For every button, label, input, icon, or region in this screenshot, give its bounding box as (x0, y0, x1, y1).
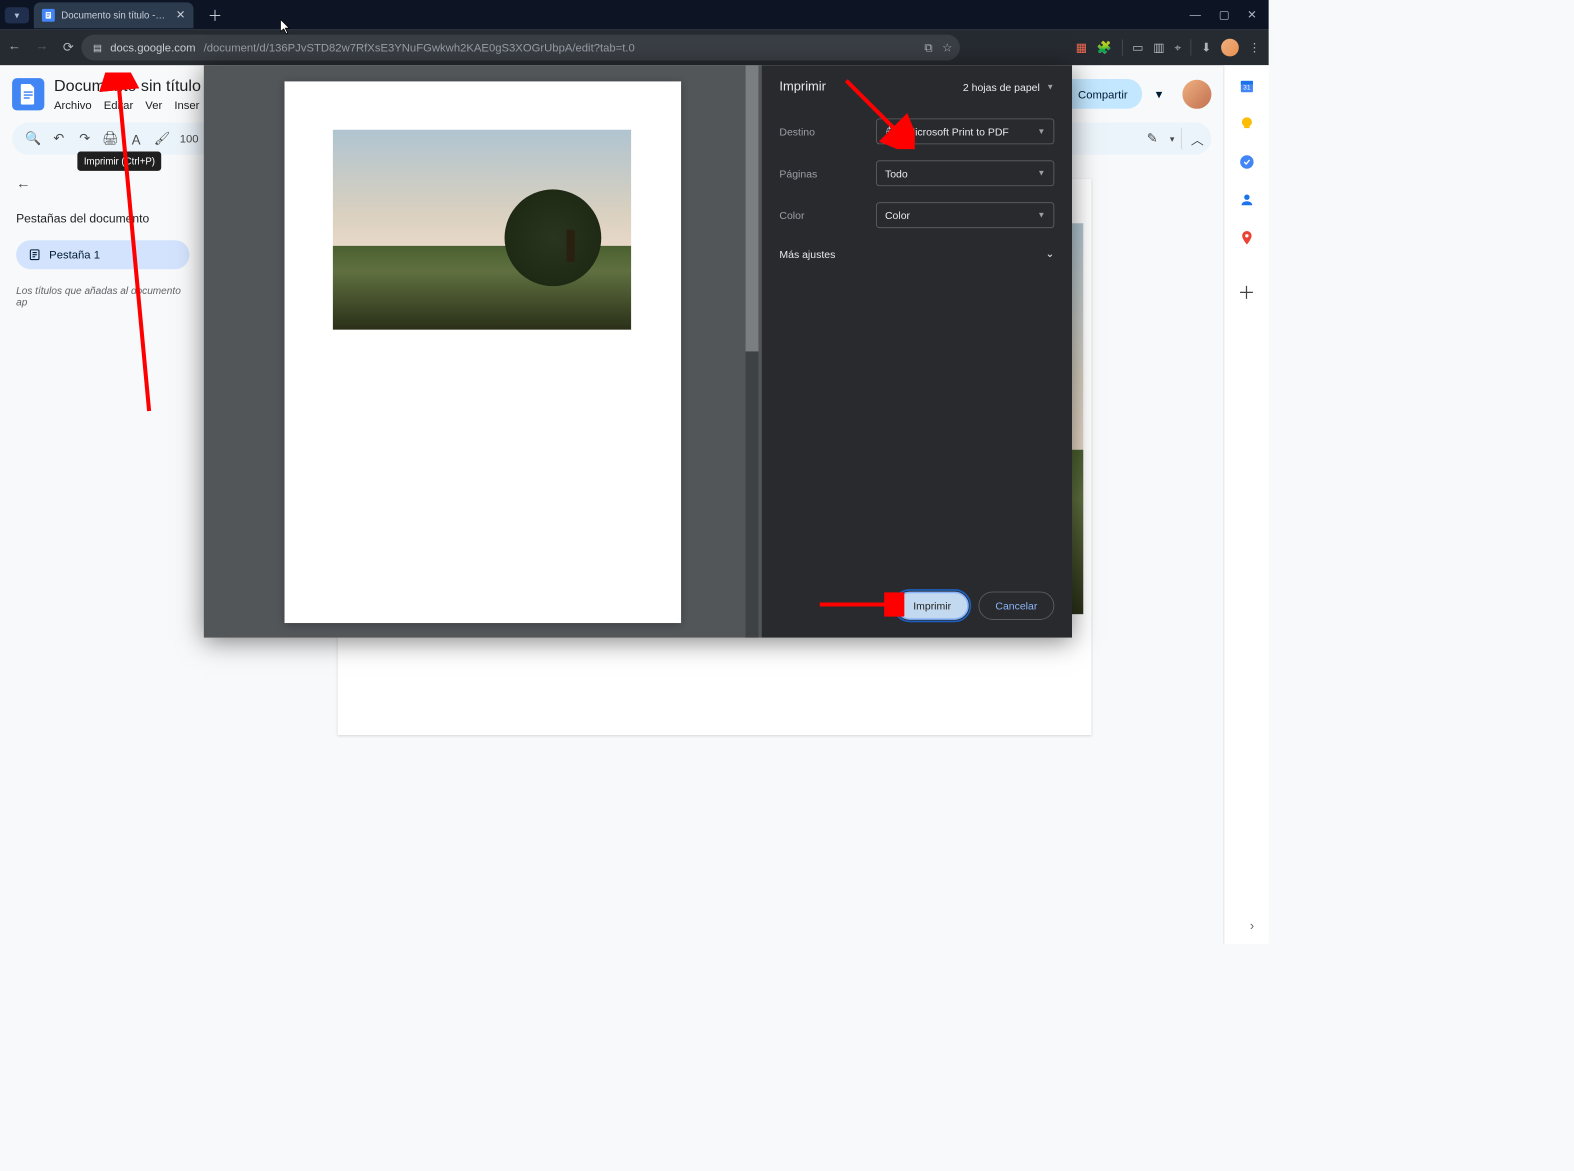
chevron-down-icon: ▼ (1037, 127, 1045, 136)
browser-menu-icon[interactable]: ⋮ (1248, 40, 1260, 55)
window-minimize-icon[interactable]: — (1190, 8, 1201, 22)
collapse-toolbar-icon[interactable]: ︿ (1181, 127, 1204, 150)
undo-icon[interactable]: ↶ (48, 127, 71, 150)
destination-select[interactable]: 🖨 Microsoft Print to PDF ▼ (876, 118, 1054, 144)
edit-mode-dropdown[interactable]: ▾ (1170, 133, 1174, 143)
site-settings-icon[interactable]: ▤ (93, 42, 102, 53)
nav-forward-icon: → (35, 39, 48, 55)
pages-value: Todo (885, 167, 908, 179)
downloads-icon[interactable]: ⬇ (1201, 40, 1211, 55)
browser-tab-title: Documento sin título - Docume (61, 9, 166, 20)
url-site: docs.google.com (110, 41, 195, 54)
menu-file[interactable]: Archivo (54, 98, 92, 111)
chevron-down-icon: ⌄ (1045, 247, 1054, 260)
browser-profile-avatar[interactable] (1221, 39, 1239, 57)
print-settings-panel: Imprimir 2 hojas de papel ▼ Destino 🖨 Mic… (762, 65, 1072, 637)
browser-titlebar: ▾ Documento sin título - Docume ✕ ＋ — ▢ … (0, 0, 1269, 30)
panel-back-icon[interactable]: ← (16, 175, 31, 192)
menu-edit[interactable]: Editar (104, 98, 133, 111)
document-title[interactable]: Documento sin título (54, 77, 201, 96)
scrollbar-thumb[interactable] (746, 65, 759, 351)
menu-view[interactable]: Ver (145, 98, 162, 111)
redo-icon[interactable]: ↷ (73, 127, 96, 150)
cancel-button[interactable]: Cancelar (978, 592, 1054, 620)
share-dropdown[interactable]: ▾ (1150, 79, 1168, 110)
side-rail: 31 ＋ (1224, 65, 1269, 944)
tab-close-icon[interactable]: ✕ (176, 8, 185, 22)
chevron-down-icon: ▼ (1037, 211, 1045, 220)
bookmark-star-icon[interactable]: ☆ (942, 41, 952, 55)
color-select[interactable]: Color ▼ (876, 202, 1054, 228)
extension-todoist-icon[interactable]: ▦ (1076, 40, 1087, 55)
print-title: Imprimir (779, 80, 826, 95)
window-close-icon[interactable]: ✕ (1247, 8, 1256, 22)
share-label: Compartir (1078, 87, 1128, 100)
menu-insert[interactable]: Inser (174, 98, 199, 111)
destination-label: Destino (779, 125, 876, 137)
side-panel-toggle-icon[interactable]: › (1250, 920, 1254, 935)
docs-logo-icon[interactable] (12, 78, 44, 110)
pages-select[interactable]: Todo ▼ (876, 160, 1054, 186)
printer-icon: 🖨 (885, 125, 898, 138)
print-icon[interactable]: 🖨 Imprimir (Ctrl+P) (99, 127, 122, 150)
new-tab-button[interactable]: ＋ (208, 4, 223, 25)
search-icon[interactable]: 🔍 (22, 127, 45, 150)
addons-plus-icon[interactable]: ＋ (1238, 283, 1256, 301)
maps-icon[interactable] (1238, 229, 1256, 247)
user-avatar[interactable] (1182, 79, 1211, 108)
preview-scrollbar[interactable] (746, 65, 759, 637)
sheet-count: 2 hojas de papel (963, 81, 1040, 93)
reading-list-icon[interactable]: ▭ (1132, 40, 1143, 55)
docs-favicon-icon (42, 8, 55, 21)
svg-text:31: 31 (1243, 85, 1251, 92)
tasks-icon[interactable] (1238, 153, 1256, 171)
browser-tab-current[interactable]: Documento sin título - Docume ✕ (34, 2, 193, 28)
lens-icon[interactable]: ⌖ (1174, 41, 1181, 55)
print-preview-area[interactable] (204, 65, 762, 637)
tab-1-label: Pestaña 1 (49, 248, 100, 261)
chevron-down-icon: ▼ (1037, 169, 1045, 178)
print-dialog: Imprimir 2 hojas de papel ▼ Destino 🖨 Mic… (204, 65, 1072, 637)
destination-value: Microsoft Print to PDF (906, 125, 1008, 137)
paint-format-icon[interactable]: 🖌 (151, 127, 174, 150)
more-settings-label: Más ajustes (779, 248, 835, 260)
print-button[interactable]: Imprimir (895, 592, 968, 620)
window-maximize-icon[interactable]: ▢ (1219, 8, 1230, 22)
mouse-cursor-icon (280, 19, 291, 34)
extensions-puzzle-icon[interactable]: 🧩 (1097, 40, 1112, 55)
document-tab-1[interactable]: Pestaña 1 (16, 240, 189, 269)
keep-icon[interactable] (1238, 115, 1256, 133)
calendar-icon[interactable]: 31 (1238, 77, 1256, 95)
reader-icon[interactable]: ▥ (1153, 40, 1164, 55)
edit-mode-icon[interactable]: ✎ (1141, 127, 1164, 150)
spellcheck-icon[interactable]: Ａ (125, 127, 148, 150)
nav-reload-icon[interactable]: ⟳ (63, 39, 74, 55)
open-new-icon[interactable]: ⧉ (924, 41, 932, 55)
preview-page-1 (285, 81, 682, 623)
url-field[interactable]: ▤ docs.google.com/document/d/136PJvSTD82… (82, 35, 961, 61)
zoom-value[interactable]: 100 (177, 132, 202, 145)
url-path: /document/d/136PJvSTD82w7RfXsE3YNuFGwkwh… (204, 41, 635, 54)
browser-urlbar: ← → ⟳ ▤ docs.google.com/document/d/136PJ… (0, 30, 1269, 65)
contacts-icon[interactable] (1238, 191, 1256, 209)
panel-help-text: Los títulos que añadas al documento ap (16, 285, 189, 308)
color-label: Color (779, 209, 876, 221)
docs-menu-bar: Archivo Editar Ver Inser (54, 98, 201, 111)
more-settings-toggle[interactable]: Más ajustes ⌄ (779, 236, 1054, 271)
sheet-dropdown-icon[interactable]: ▼ (1046, 83, 1054, 92)
pages-label: Páginas (779, 167, 876, 179)
nav-back-icon[interactable]: ← (8, 39, 21, 55)
color-value: Color (885, 209, 910, 221)
panel-heading: Pestañas del documento (16, 212, 189, 226)
tab-search-dropdown[interactable]: ▾ (5, 7, 29, 23)
document-tabs-panel: ← Pestañas del documento Pestaña 1 Los t… (0, 163, 206, 944)
